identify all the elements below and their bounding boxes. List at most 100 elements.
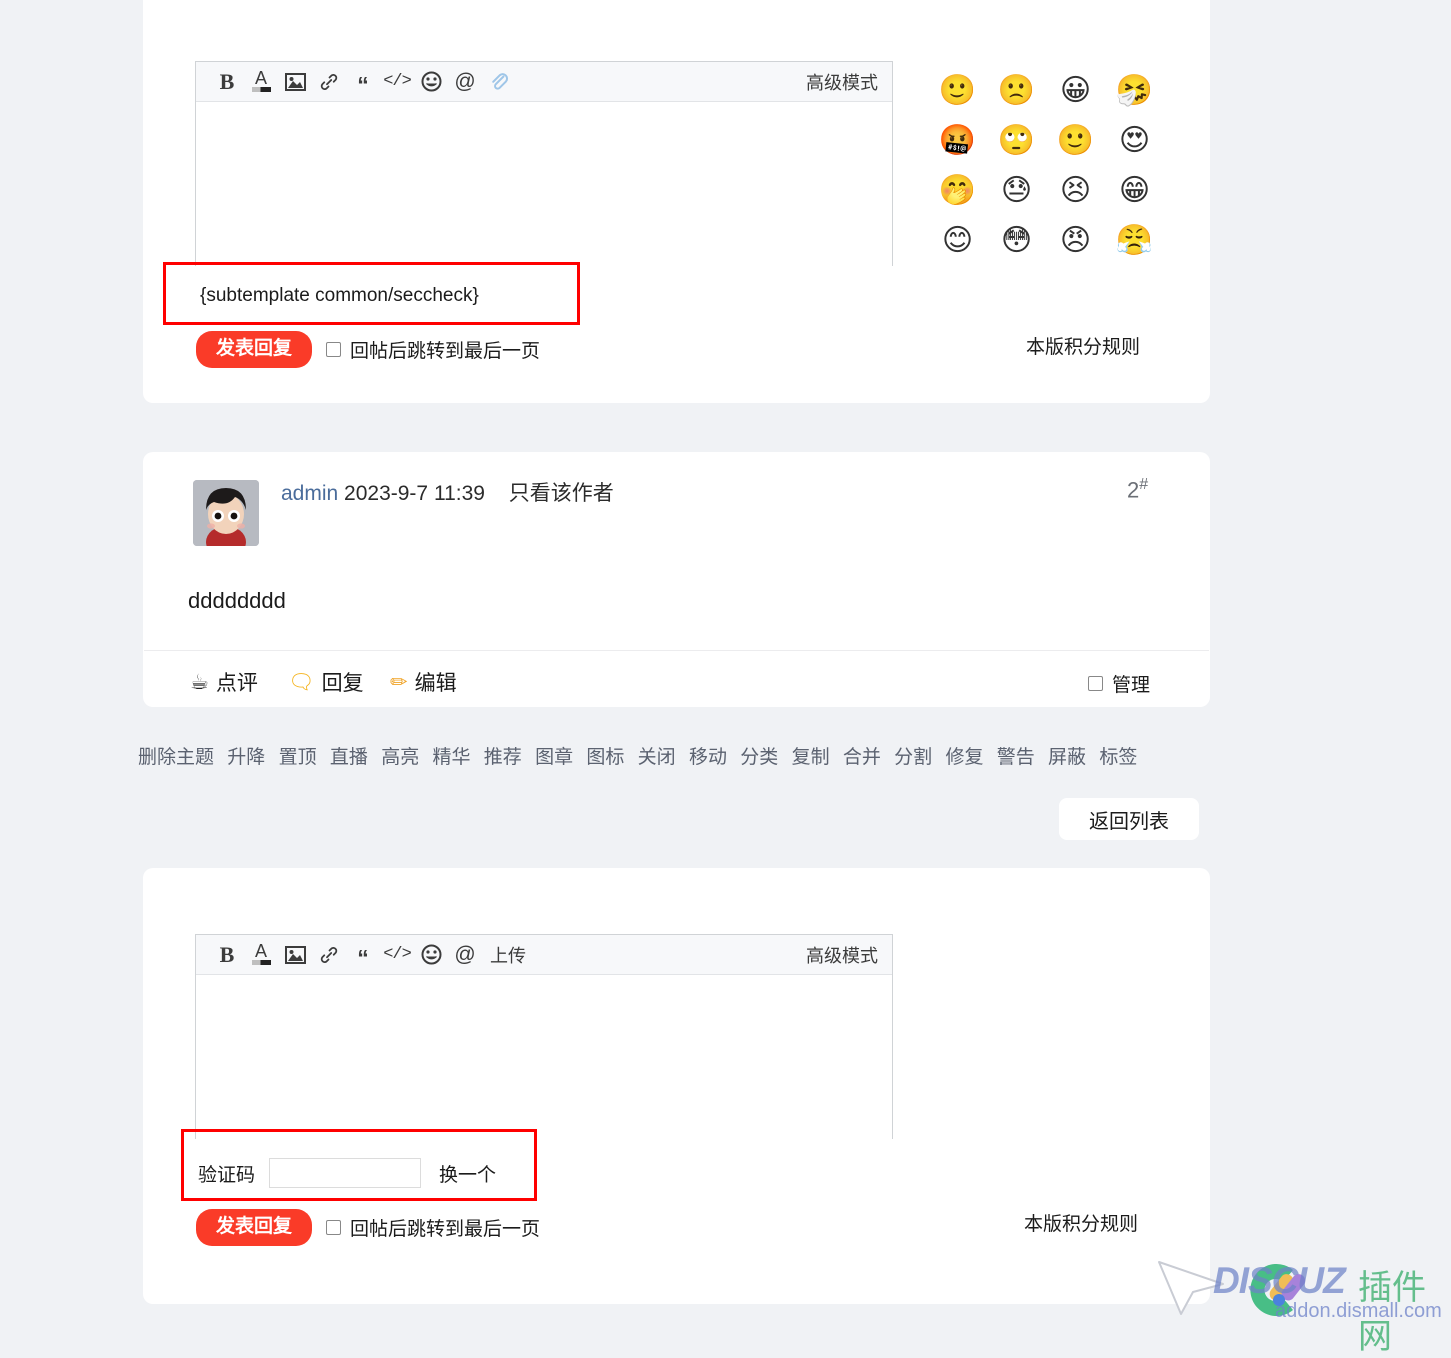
moderation-link-order[interactable]: 升降 (227, 747, 265, 768)
editor-textarea-top[interactable] (196, 102, 892, 266)
font-color-swatch (251, 960, 271, 965)
moderation-link-highlight[interactable]: 高亮 (381, 747, 419, 768)
moderation-link-stamp[interactable]: 图章 (535, 747, 573, 768)
moderation-link-classify[interactable]: 分类 (740, 747, 778, 768)
emoji-item[interactable]: 🙂 (1057, 126, 1094, 156)
mention-icon[interactable]: @ (448, 940, 482, 970)
emoji-item[interactable]: 🤬 (939, 126, 976, 156)
captcha-refresh-link[interactable]: 换一个 (439, 1160, 496, 1187)
image-icon[interactable] (278, 940, 312, 970)
watermark-brand-cn: 插件网 (1358, 1269, 1426, 1356)
upload-link[interactable]: 上传 (490, 942, 526, 968)
captcha-label: 验证码 (198, 1164, 256, 1186)
font-color-letter: A (254, 941, 267, 961)
post-action-comment-label: 点评 (215, 672, 258, 695)
manage-checkbox-label: 管理 (1112, 675, 1151, 696)
emoji-item[interactable]: 😣 (1060, 176, 1091, 206)
moderation-link-tag[interactable]: 标签 (1099, 747, 1137, 768)
moderation-link-icon[interactable]: 图标 (586, 747, 624, 768)
quote-icon[interactable]: “ (346, 935, 380, 974)
emoji-item[interactable]: 🙄 (998, 126, 1035, 156)
editor-toolbar-top: B A “ </> @ 高级模式 (196, 62, 892, 102)
emoji-item[interactable]: 🤧 (1116, 76, 1153, 106)
post-action-comment[interactable]: ☕ 点评 (190, 667, 258, 697)
emoji-item[interactable]: 😓 (1001, 176, 1032, 206)
post-divider (144, 650, 1209, 651)
emoji-item[interactable]: 😤 (1116, 226, 1153, 256)
points-rule-link-top[interactable]: 本版积分规则 (1026, 332, 1140, 359)
jump-last-page-label-top: 回帖后跳转到最后一页 (350, 341, 541, 362)
only-author-link[interactable]: 只看该作者 (509, 482, 614, 505)
image-icon[interactable] (278, 67, 312, 97)
moderation-link-split[interactable]: 分割 (894, 747, 932, 768)
font-color-swatch (251, 87, 271, 92)
jump-last-page-checkbox-bottom[interactable]: 回帖后跳转到最后一页 (326, 1214, 540, 1241)
post-action-edit[interactable]: ✏ 编辑 (390, 667, 457, 697)
coffee-icon: ☕ (190, 670, 209, 694)
comment-icon: 🗨 (288, 670, 315, 694)
moderation-link-close[interactable]: 关闭 (638, 747, 676, 768)
font-color-icon[interactable]: A (244, 67, 278, 97)
moderation-link-warn[interactable]: 警告 (997, 747, 1035, 768)
watermark-brand: DISCUZ (1213, 1260, 1346, 1301)
post-datetime: 2023-9-7 11:39 (344, 482, 485, 505)
jump-last-page-checkbox-box-top[interactable] (326, 342, 341, 357)
advanced-mode-link[interactable]: 高级模式 (806, 942, 878, 968)
quote-icon[interactable]: “ (346, 62, 380, 101)
emoji-item[interactable]: 😍 (1119, 126, 1150, 156)
jump-last-page-checkbox-top[interactable]: 回帖后跳转到最后一页 (326, 336, 540, 363)
moderation-link-merge[interactable]: 合并 (843, 747, 881, 768)
moderation-link-delete[interactable]: 删除主题 (138, 747, 214, 768)
font-color-icon[interactable]: A (244, 940, 278, 970)
smiley-icon[interactable] (414, 67, 448, 97)
advanced-mode-link[interactable]: 高级模式 (806, 69, 878, 95)
emoji-item[interactable]: 🙂 (939, 76, 976, 106)
captcha-input[interactable] (269, 1158, 422, 1188)
mention-icon[interactable]: @ (448, 67, 482, 97)
manage-checkbox[interactable]: 管理 (1088, 670, 1150, 697)
moderation-link-ban[interactable]: 屏蔽 (1048, 747, 1086, 768)
moderation-link-sticky[interactable]: 置顶 (279, 747, 317, 768)
link-icon[interactable] (312, 67, 346, 97)
manage-checkbox-box[interactable] (1088, 676, 1103, 691)
moderation-links: 删除主题 升降 置顶 直播 高亮 精华 推荐 图章 图标 关闭 移动 分类 复制… (138, 742, 1137, 769)
discuz-logo-icon (1250, 1264, 1306, 1316)
smiley-icon[interactable] (414, 940, 448, 970)
submit-reply-button-top[interactable]: 发表回复 (196, 331, 313, 368)
editor-toolbar-bottom: B A “ </> @ 上传 高级模式 (196, 935, 892, 975)
link-icon[interactable] (312, 940, 346, 970)
emoji-item[interactable]: 🤭 (939, 176, 976, 206)
editor-top: B A “ </> @ 高级模式 (195, 61, 893, 266)
return-to-list-button[interactable]: 返回列表 (1059, 798, 1199, 840)
paperclip-icon[interactable] (482, 67, 516, 97)
moderation-link-copy[interactable]: 复制 (792, 747, 830, 768)
code-icon[interactable]: </> (380, 67, 414, 97)
code-icon[interactable]: </> (380, 940, 414, 970)
moderation-link-recommend[interactable]: 推荐 (484, 747, 522, 768)
floor-number: 2# (1127, 476, 1148, 503)
emoji-item[interactable]: 😠 (1060, 226, 1091, 256)
points-rule-link-bottom[interactable]: 本版积分规则 (1024, 1209, 1138, 1236)
bold-icon[interactable]: B (210, 940, 244, 970)
moderation-link-repair[interactable]: 修复 (945, 747, 983, 768)
bold-icon[interactable]: B (210, 67, 244, 97)
emoji-item[interactable]: 😁 (1119, 176, 1150, 206)
emoji-item[interactable]: 😳 (1001, 226, 1032, 256)
jump-last-page-checkbox-box-bottom[interactable] (326, 1220, 341, 1235)
editor-textarea-bottom[interactable] (196, 975, 892, 1139)
moderation-link-digest[interactable]: 精华 (432, 747, 470, 768)
post-action-reply[interactable]: 🗨 回复 (288, 667, 364, 697)
moderation-link-move[interactable]: 移动 (689, 747, 727, 768)
floor-number-value: 2 (1127, 477, 1140, 503)
editor-bottom: B A “ </> @ 上传 高级模式 (195, 934, 893, 1139)
emoji-item[interactable]: 😀 (1060, 76, 1091, 106)
emoji-item[interactable]: 🙁 (998, 76, 1035, 106)
emoji-item[interactable]: 😊 (942, 226, 973, 256)
avatar[interactable] (193, 480, 259, 546)
pencil-icon: ✏ (390, 670, 408, 694)
post-action-reply-label: 回复 (321, 672, 364, 695)
moderation-link-live[interactable]: 直播 (330, 747, 368, 768)
submit-reply-button-bottom[interactable]: 发表回复 (196, 1209, 313, 1246)
post-author[interactable]: admin (281, 482, 338, 505)
floor-number-suffix: # (1139, 476, 1149, 493)
